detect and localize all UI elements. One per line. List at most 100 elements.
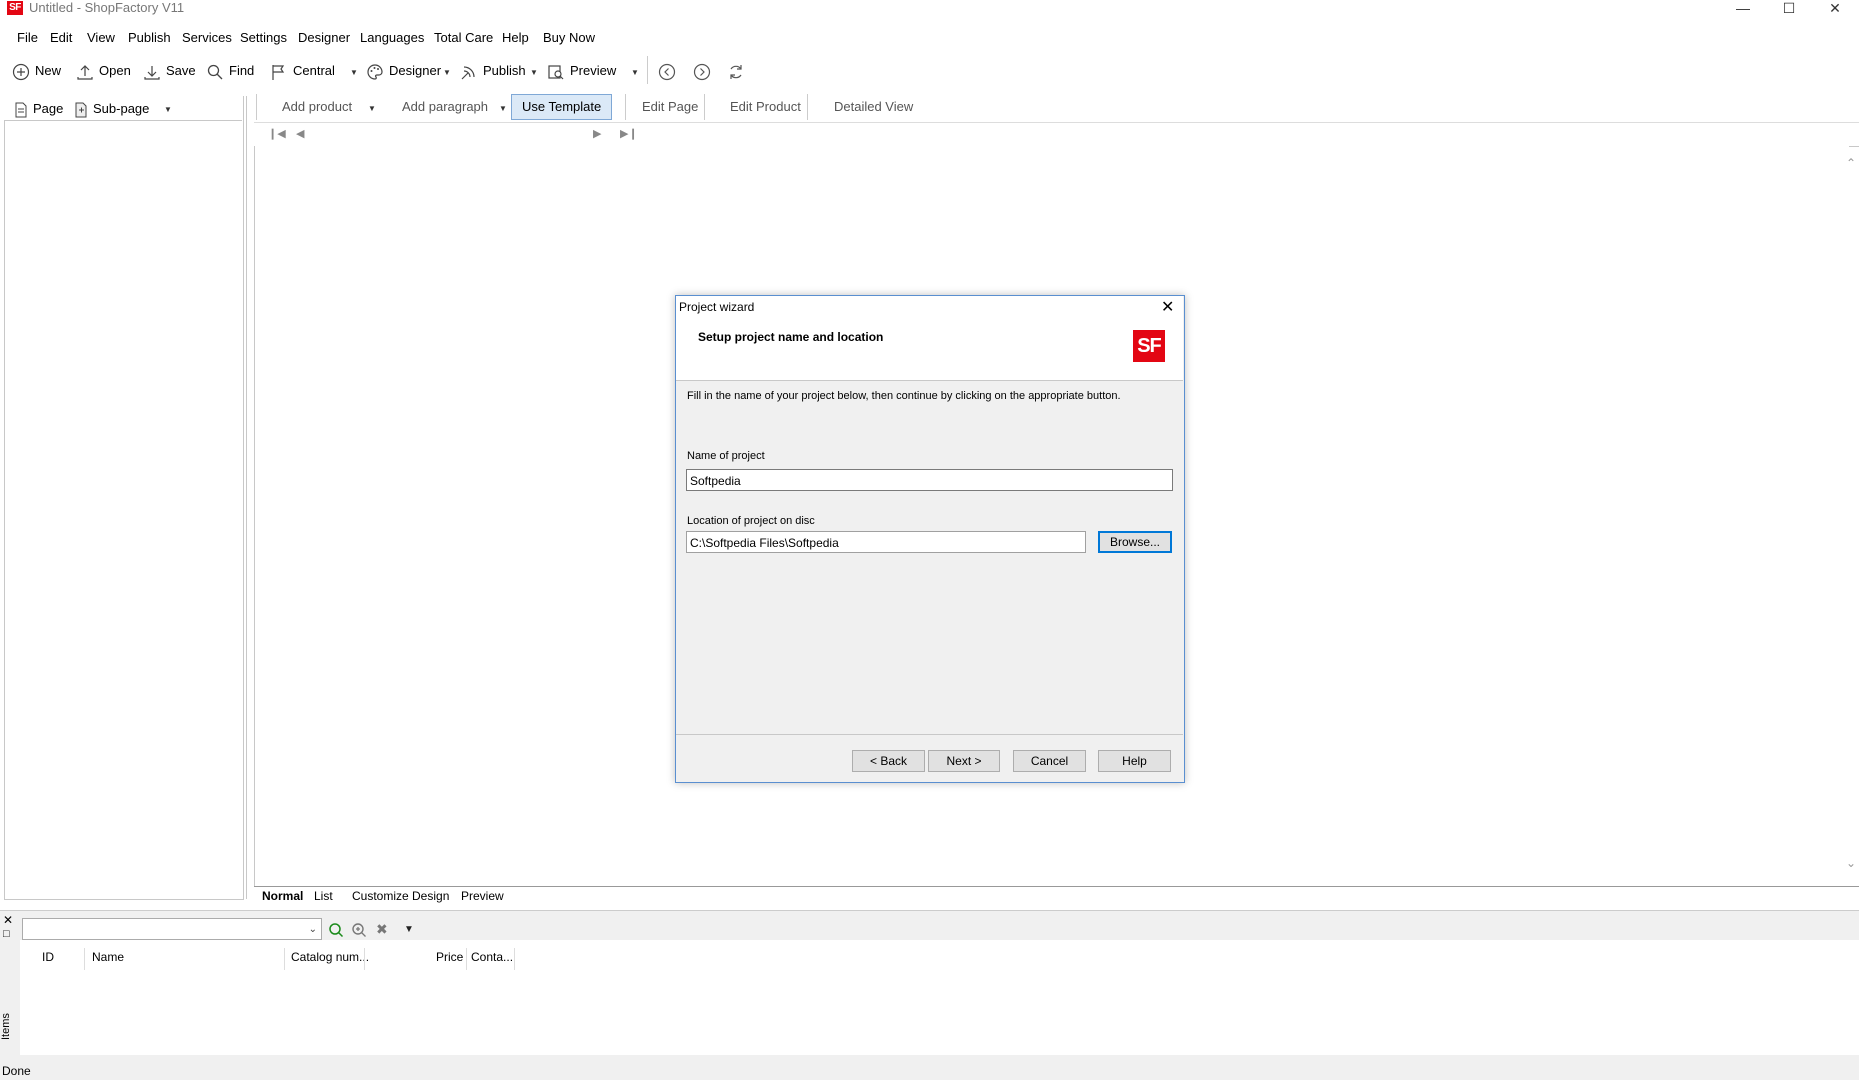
arrow-left-circle-icon — [658, 63, 676, 80]
publish-button[interactable]: Publish — [460, 60, 526, 82]
browse-button[interactable]: Browse... — [1098, 531, 1172, 553]
broadcast-icon — [461, 65, 475, 79]
column-divider[interactable] — [84, 948, 85, 970]
items-filter-combobox[interactable]: ⌄ — [22, 918, 322, 940]
scroll-down-icon[interactable]: ⌄ — [1846, 856, 1856, 870]
close-panel-icon[interactable]: ✕ — [3, 913, 13, 927]
use-template-button[interactable]: Use Template — [511, 94, 613, 120]
panel-splitter[interactable] — [246, 96, 247, 899]
app-logo-icon: SF — [7, 1, 23, 15]
toolbar-separator — [647, 56, 648, 84]
preview-button[interactable]: Preview — [547, 60, 616, 82]
column-divider[interactable] — [514, 948, 515, 970]
column-id[interactable]: ID — [42, 950, 54, 964]
edit-product-button[interactable]: Edit Product — [730, 95, 801, 119]
status-bar: Done — [0, 1062, 1859, 1080]
menu-bar: File Edit View Publish Services Settings… — [0, 24, 1859, 50]
menu-buy-now[interactable]: Buy Now — [543, 30, 595, 46]
find-button[interactable]: Find — [206, 60, 254, 82]
refresh-button[interactable] — [727, 60, 750, 82]
column-divider[interactable] — [364, 948, 365, 970]
add-page-button[interactable]: Page — [14, 98, 63, 120]
back-nav-button[interactable] — [658, 60, 681, 82]
dialog-heading: Setup project name and location — [698, 330, 884, 344]
next-button[interactable]: Next > — [928, 750, 1000, 772]
last-record-icon[interactable]: ▶❙ — [620, 127, 638, 140]
tab-list[interactable]: List — [314, 889, 333, 903]
add-paragraph-dropdown-icon[interactable]: ▼ — [499, 104, 507, 113]
add-product-dropdown-icon[interactable]: ▼ — [368, 104, 376, 113]
toolbar-separator — [625, 94, 626, 120]
save-button[interactable]: Save — [143, 60, 196, 82]
minimize-icon[interactable]: — — [1720, 0, 1766, 16]
open-button[interactable]: Open — [76, 60, 131, 82]
forward-nav-button[interactable] — [693, 60, 716, 82]
page-label: Page — [33, 101, 64, 116]
column-divider[interactable] — [284, 948, 285, 970]
back-button[interactable]: < Back — [852, 750, 925, 772]
first-record-icon[interactable]: ❙◀ — [268, 127, 286, 140]
central-label: Central — [293, 63, 335, 78]
preview-icon — [548, 64, 564, 79]
menu-settings[interactable]: Settings — [240, 30, 287, 46]
add-product-button[interactable]: Add product — [282, 95, 352, 119]
column-name[interactable]: Name — [92, 950, 124, 964]
designer-button[interactable]: Designer — [366, 60, 441, 82]
page-tree-toolbar: Page Sub-page ▼ — [4, 96, 242, 121]
dock-panel-icon[interactable]: □ — [3, 928, 10, 940]
preview-dropdown-icon[interactable]: ▼ — [631, 68, 639, 77]
project-location-label: Location of project on disc — [687, 515, 815, 527]
dialog-instruction: Fill in the name of your project below, … — [687, 390, 1121, 402]
add-paragraph-button[interactable]: Add paragraph — [402, 95, 488, 119]
next-record-icon[interactable]: ▶ — [593, 127, 601, 140]
publish-dropdown-icon[interactable]: ▼ — [530, 68, 538, 77]
close-icon[interactable]: ✕ — [1161, 297, 1174, 317]
subpage-label: Sub-page — [93, 101, 150, 116]
menu-total-care[interactable]: Total Care — [434, 30, 493, 46]
project-location-input[interactable]: C:\Softpedia Files\Softpedia — [686, 531, 1086, 553]
menu-file[interactable]: File — [17, 30, 38, 46]
menu-services[interactable]: Services — [182, 30, 232, 46]
menu-publish[interactable]: Publish — [128, 30, 171, 46]
central-button[interactable]: Central — [270, 60, 335, 82]
tab-preview[interactable]: Preview — [461, 889, 504, 903]
zoom-search-icon[interactable] — [351, 922, 367, 938]
toolbar-separator — [256, 94, 257, 120]
cancel-button[interactable]: Cancel — [1013, 750, 1086, 772]
new-button[interactable]: New — [12, 60, 61, 82]
detailed-view-button[interactable]: Detailed View — [834, 95, 913, 119]
content-vertical-scrollbar[interactable]: ⌃ ⌄ — [1844, 146, 1859, 886]
column-price[interactable]: Price — [436, 950, 463, 964]
previous-record-icon[interactable]: ◀ — [296, 127, 304, 140]
filter-dropdown-icon[interactable]: ▼ — [404, 924, 414, 935]
designer-dropdown-icon[interactable]: ▼ — [443, 68, 451, 77]
help-button[interactable]: Help — [1098, 750, 1171, 772]
central-dropdown-icon[interactable]: ▼ — [350, 68, 358, 77]
menu-edit[interactable]: Edit — [50, 30, 72, 46]
page-tree-panel[interactable] — [4, 96, 244, 900]
menu-designer[interactable]: Designer — [298, 30, 350, 46]
refresh-icon — [730, 64, 742, 79]
project-name-input[interactable]: Softpedia — [686, 469, 1173, 491]
new-label: New — [35, 63, 62, 78]
edit-page-button[interactable]: Edit Page — [642, 95, 698, 119]
column-divider[interactable] — [466, 948, 467, 970]
find-label: Find — [229, 63, 255, 78]
title-bar — [0, 0, 1859, 24]
chevron-down-icon[interactable]: ⌄ — [309, 919, 317, 941]
scroll-up-icon[interactable]: ⌃ — [1846, 156, 1856, 170]
menu-view[interactable]: View — [87, 30, 115, 46]
tab-normal[interactable]: Normal — [262, 889, 303, 903]
maximize-icon[interactable]: ☐ — [1766, 0, 1812, 16]
search-icon[interactable] — [328, 922, 344, 938]
tab-customize-design[interactable]: Customize Design — [352, 889, 449, 903]
menu-help[interactable]: Help — [502, 30, 529, 46]
close-window-icon[interactable]: ✕ — [1812, 0, 1858, 16]
column-contains[interactable]: Conta... — [471, 950, 513, 964]
menu-languages[interactable]: Languages — [360, 30, 424, 46]
subpage-dropdown-icon[interactable]: ▼ — [164, 105, 172, 114]
column-catalog-num[interactable]: Catalog num... — [291, 950, 369, 964]
clear-filter-icon[interactable]: ✖ — [376, 921, 388, 938]
add-subpage-button[interactable]: Sub-page — [74, 98, 149, 120]
search-icon — [207, 64, 223, 80]
